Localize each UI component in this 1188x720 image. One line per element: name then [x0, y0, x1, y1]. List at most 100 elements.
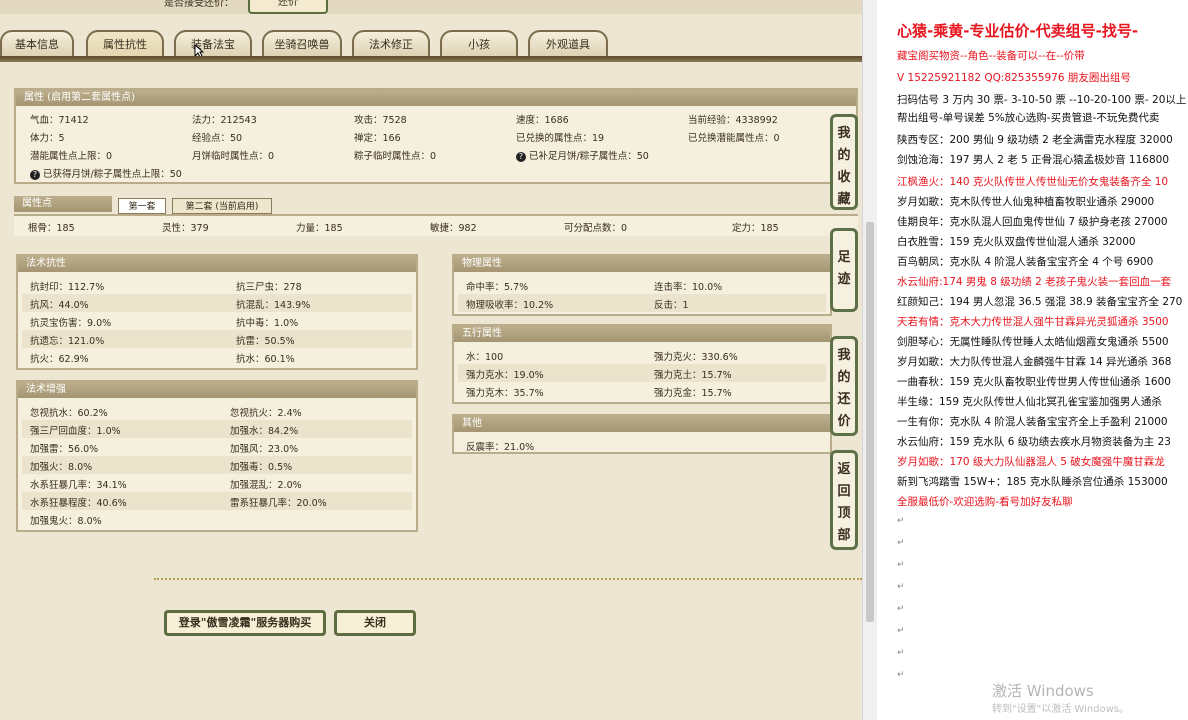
- table-row: 加强鬼火：8.0%: [22, 510, 412, 528]
- tab-basic-info[interactable]: 基本信息: [0, 30, 74, 56]
- paragraph-mark-icon: ↵: [897, 648, 905, 658]
- stat-exp-points: 经验点：50: [192, 133, 243, 144]
- element-cell: 强力克火：330.6%: [654, 352, 738, 363]
- close-button[interactable]: 关闭: [334, 610, 416, 636]
- boost-panel: 法术增强 忽视抗水：60.2% 忽视抗火：2.4% 强三尸回血度：1.0% 加强水：…: [16, 380, 418, 532]
- table-row: 反震率：21.0%: [458, 436, 826, 454]
- doc-line: 佳期良年：克水队混人回血鬼传世仙 7 级护身老孩 27000: [897, 216, 1168, 228]
- scrollbar[interactable]: [862, 0, 877, 720]
- table-row: 强力克水：19.0% 强力克土：15.7%: [458, 364, 826, 382]
- five-elements-panel-title: 五行属性: [454, 326, 830, 342]
- stat-speed: 速度：1686: [516, 115, 569, 126]
- doc-line: 岁月如歌：170 级大力队仙器混人 5 破女魔强牛魔甘霖龙: [897, 456, 1165, 468]
- table-row: 忽视抗水：60.2% 忽视抗火：2.4%: [22, 402, 412, 420]
- side-tab-history[interactable]: 足迹: [830, 228, 858, 312]
- other-cell: 反震率：21.0%: [466, 442, 535, 453]
- paragraph-mark-icon: ↵: [897, 516, 905, 526]
- tab-attributes[interactable]: 属性抗性: [86, 30, 164, 56]
- side-tab-favorites[interactable]: 我的收藏: [830, 114, 858, 210]
- table-row: 水：100 强力克火：330.6%: [458, 346, 826, 364]
- element-cell: 水：100: [466, 352, 504, 363]
- help-icon[interactable]: ?: [30, 169, 40, 180]
- boost-cell: 加强毒：0.5%: [230, 462, 293, 473]
- point-spirit: 灵性：379: [162, 223, 209, 234]
- subtab-set-one[interactable]: 第一套: [118, 198, 166, 214]
- paragraph-mark-icon: ↵: [897, 626, 905, 636]
- stat-meditation: 禅定：166: [354, 133, 401, 144]
- table-row: 水系狂暴程度：40.6% 雷系狂暴几率：20.0%: [22, 492, 412, 510]
- table-row: 加强雷：56.0% 加强风：23.0%: [22, 438, 412, 456]
- other-panel-title: 其他: [454, 416, 830, 432]
- boost-cell: 雷系狂暴几率：20.0%: [230, 498, 327, 509]
- element-cell: 强力克金：15.7%: [654, 388, 732, 399]
- tab-children[interactable]: 小孩: [440, 30, 518, 56]
- boost-cell: 加强风：23.0%: [230, 444, 299, 455]
- table-row: 强三尸回血度：1.0% 加强水：84.2%: [22, 420, 412, 438]
- tab-appearance[interactable]: 外观道具: [528, 30, 608, 56]
- doc-line: 陕西专区：200 男仙 9 级功绩 2 老全满雷克水程度 32000: [897, 134, 1173, 146]
- stat-filled-points: ? 已补足月饼/粽子属性点：50: [516, 148, 649, 162]
- boost-cell: 加强鬼火：8.0%: [30, 516, 102, 527]
- doc-line: 天若有情：克木大力传世混人强牛甘霖异光灵狐通杀 3500: [897, 316, 1169, 328]
- boost-cell: 加强雷：56.0%: [30, 444, 99, 455]
- doc-line: 水云仙府：159 克水队 6 级功绩去疾水月物资装备为主 23: [897, 436, 1171, 448]
- tab-spell-mods[interactable]: 法术修正: [352, 30, 430, 56]
- physical-cell: 命中率：5.7%: [466, 282, 529, 293]
- subtab-set-two[interactable]: 第二套 (当前启用): [172, 198, 272, 214]
- doc-line: 白衣胜雪：159 克火队双盘传世仙混人通杀 32000: [897, 236, 1136, 248]
- table-row: 水系狂暴几率：34.1% 加强混乱：2.0%: [22, 474, 412, 492]
- side-tab-label: 我的还价: [837, 348, 851, 429]
- doc-line: 一生有你：克水队 4 阶混人装备宝宝齐全上手盈利 21000: [897, 416, 1168, 428]
- stat-mp: 法力：212543: [192, 115, 257, 126]
- paragraph-mark-icon: ↵: [897, 560, 905, 570]
- doc-line: 藏宝阁买物资--角色--装备可以--在--价带: [897, 50, 1085, 62]
- doc-line: 新到飞鸿踏雪 15W+：185 克水队睡杀宫位通杀 153000: [897, 476, 1168, 488]
- tab-equipment[interactable]: 装备法宝: [174, 30, 252, 56]
- tab-mounts-pets[interactable]: 坐骑召唤兽: [262, 30, 342, 56]
- resist-cell: 抗封印：112.7%: [30, 282, 105, 293]
- point-endurance: 定力：185: [732, 223, 779, 234]
- doc-line: 心猿-乘黄-专业估价-代卖组号-找号-: [897, 22, 1139, 40]
- resist-panel-title: 法术抗性: [18, 256, 416, 272]
- dotted-divider: [154, 578, 862, 580]
- stat-obtained-cap: ? 已获得月饼/粽子属性点上限：50: [30, 166, 182, 180]
- doc-line: 剑蚀沧海：197 男人 2 老 5 正骨混心猿孟极妙音 116800: [897, 154, 1170, 166]
- scrollbar-thumb[interactable]: [866, 222, 874, 622]
- resist-cell: 抗中毒：1.0%: [236, 318, 299, 329]
- table-row: 抗遗忘：121.0% 抗雷：50.5%: [22, 330, 412, 348]
- table-row: 物理吸收率：10.2% 反击：1: [458, 294, 826, 312]
- physical-panel: 物理属性 命中率：5.7% 连击率：10.0% 物理吸收率：10.2% 反击：1: [452, 254, 832, 316]
- table-row: 抗风：44.0% 抗混乱：143.9%: [22, 294, 412, 312]
- element-cell: 强力克木：35.7%: [466, 388, 544, 399]
- table-row: 加强火：8.0% 加强毒：0.5%: [22, 456, 412, 474]
- boost-cell: 水系狂暴几率：34.1%: [30, 480, 127, 491]
- table-row: 抗封印：112.7% 抗三尸虫：278: [22, 276, 412, 294]
- doc-line: 岁月如歌：克木队传世人仙鬼种植畜牧职业通杀 29000: [897, 196, 1155, 208]
- table-row: 强力克木：35.7% 强力克金：15.7%: [458, 382, 826, 400]
- counter-offer-label: 是否接受还价：: [164, 0, 234, 9]
- login-buy-button[interactable]: 登录"傲雪凌霜"服务器购买: [164, 610, 326, 636]
- doc-line: 扫码估号 3 万内 30 票- 3-10-50 票 --10-20-100 票-…: [897, 94, 1187, 106]
- resist-cell: 抗水：60.1%: [236, 354, 295, 365]
- stat-potential-cap: 潜能属性点上限：0: [30, 151, 113, 162]
- physical-panel-title: 物理属性: [454, 256, 830, 272]
- tab-divider: [0, 56, 862, 62]
- side-tab-back-to-top[interactable]: 返回顶部: [830, 450, 858, 550]
- notes-document: 心猿-乘黄-专业估价-代卖组号-找号- 藏宝阁买物资--角色--装备可以--在--…: [877, 0, 1188, 720]
- side-tab-my-offers[interactable]: 我的还价: [830, 336, 858, 436]
- paragraph-mark-icon: ↵: [897, 538, 905, 548]
- table-row: 命中率：5.7% 连击率：10.0%: [458, 276, 826, 294]
- attribute-panel-title: 属性 (启用第二套属性点): [16, 90, 856, 106]
- point-strength: 力量：185: [296, 223, 343, 234]
- help-icon[interactable]: ?: [516, 151, 526, 162]
- windows-activation-watermark: 激活 Windows: [992, 682, 1094, 700]
- boost-cell: 强三尸回血度：1.0%: [30, 426, 121, 437]
- counter-offer-button[interactable]: 还价: [248, 0, 328, 14]
- table-row: 抗火：62.9% 抗水：60.1%: [22, 348, 412, 366]
- points-row: 根骨：185 灵性：379 力量：185 敏捷：982 可分配点数：0 定力：1…: [14, 214, 858, 236]
- point-agility: 敏捷：982: [430, 223, 477, 234]
- boost-cell: 忽视抗火：2.4%: [230, 408, 302, 419]
- boost-cell: 水系狂暴程度：40.6%: [30, 498, 127, 509]
- physical-cell: 反击：1: [654, 300, 689, 311]
- tab-bar: 基本信息 属性抗性 装备法宝 坐骑召唤兽 法术修正 小孩 外观道具: [0, 30, 862, 58]
